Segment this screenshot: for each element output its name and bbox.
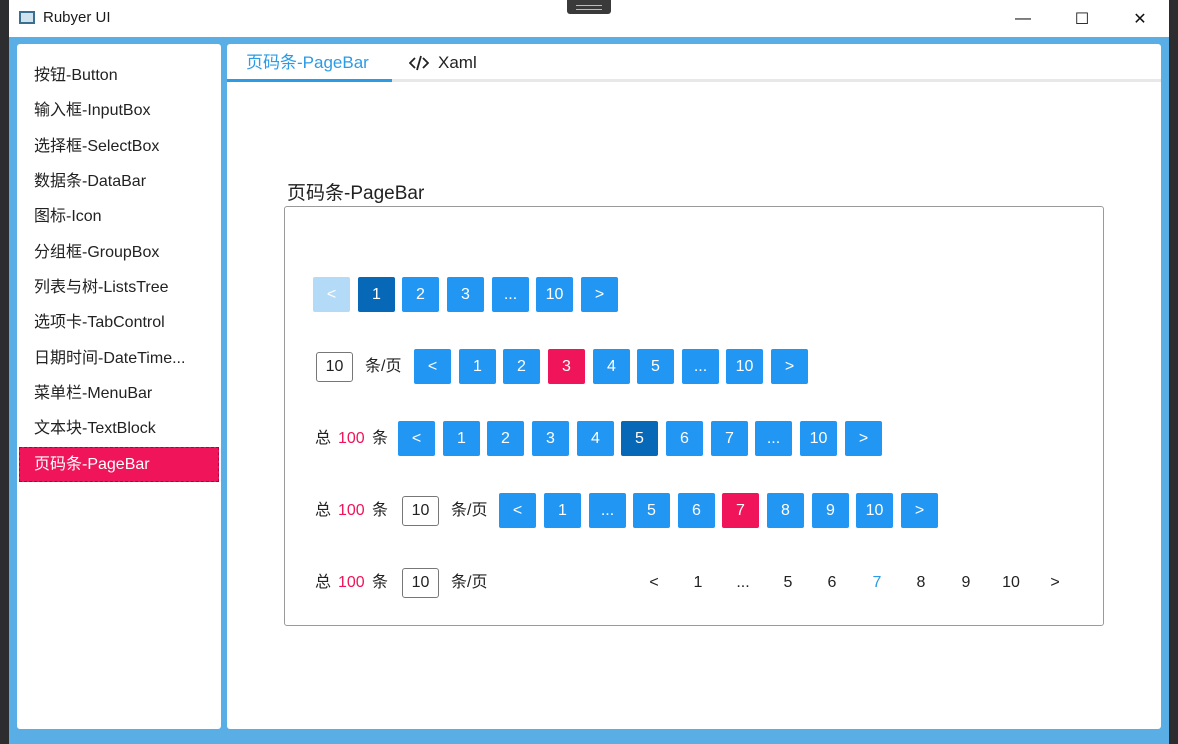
app-icon <box>19 11 35 24</box>
minimize-button[interactable]: — <box>994 0 1052 37</box>
next-page-button[interactable]: > <box>771 349 808 384</box>
main-panel: 页码条-PageBar Xaml 页码条-PageBar < 1 2 3 ...… <box>227 44 1161 729</box>
page-button[interactable]: 4 <box>593 349 630 384</box>
title-bar[interactable]: Rubyer UI — ☐ ✕ <box>9 0 1169 37</box>
page-button[interactable]: 4 <box>577 421 614 456</box>
total-count: 100 <box>338 430 365 447</box>
sidebar-item-liststree[interactable]: 列表与树-ListsTree <box>19 270 219 305</box>
maximize-button[interactable]: ☐ <box>1053 0 1111 37</box>
ellipsis-button[interactable]: ... <box>755 421 792 456</box>
page-button[interactable]: 2 <box>402 277 439 312</box>
page-button[interactable]: 10 <box>726 349 763 384</box>
section-title: 页码条-PageBar <box>287 183 425 204</box>
ellipsis-button[interactable]: ... <box>492 277 529 312</box>
next-page-button[interactable]: > <box>581 277 618 312</box>
page-size-input[interactable]: 10 <box>402 496 439 526</box>
page-button[interactable]: 7 <box>711 421 748 456</box>
page-button[interactable]: 5 <box>773 565 803 600</box>
per-page-label: 条/页 <box>451 574 488 591</box>
page-button[interactable]: 6 <box>817 565 847 600</box>
sidebar-item-selectbox[interactable]: 选择框-SelectBox <box>19 129 219 164</box>
ellipsis-button[interactable]: ... <box>589 493 626 528</box>
prev-page-button[interactable]: < <box>313 277 350 312</box>
content-area: 按钮-Button 输入框-InputBox 选择框-SelectBox 数据条… <box>9 37 1169 744</box>
next-page-button[interactable]: > <box>901 493 938 528</box>
page-size-input[interactable]: 10 <box>402 568 439 598</box>
page-button[interactable]: 5 <box>637 349 674 384</box>
ellipsis-button[interactable]: ... <box>728 565 758 600</box>
next-page-button[interactable]: > <box>1040 565 1070 600</box>
sidebar-item-textblock[interactable]: 文本块-TextBlock <box>19 411 219 446</box>
sidebar-item-tabcontrol[interactable]: 选项卡-TabControl <box>19 305 219 340</box>
page-button[interactable]: 1 <box>683 565 713 600</box>
page-size-input[interactable]: 10 <box>316 352 353 382</box>
prev-page-button[interactable]: < <box>398 421 435 456</box>
sidebar-item-menubar[interactable]: 菜单栏-MenuBar <box>19 376 219 411</box>
sidebar-item-button[interactable]: 按钮-Button <box>19 58 219 93</box>
sidebar-item-datetime[interactable]: 日期时间-DateTime... <box>19 341 219 376</box>
code-icon <box>409 55 429 71</box>
maximize-icon: ☐ <box>1074 10 1090 28</box>
page-button[interactable]: 7 <box>722 493 759 528</box>
tab-underline <box>227 79 392 82</box>
close-icon: ✕ <box>1133 10 1147 28</box>
page-button[interactable]: 8 <box>906 565 936 600</box>
page-button[interactable]: 9 <box>951 565 981 600</box>
page-button[interactable]: 2 <box>487 421 524 456</box>
page-button[interactable]: 3 <box>548 349 585 384</box>
sidebar-item-inputbox[interactable]: 输入框-InputBox <box>19 93 219 128</box>
page-button[interactable]: 9 <box>812 493 849 528</box>
page-button[interactable]: 1 <box>459 349 496 384</box>
background-right <box>1169 0 1178 744</box>
page-button[interactable]: 10 <box>996 565 1026 600</box>
total-count: 100 <box>338 574 365 591</box>
total-suffix: 条 <box>372 430 389 447</box>
page-button[interactable]: 6 <box>666 421 703 456</box>
total-count: 100 <box>338 502 365 519</box>
drag-handle[interactable] <box>567 0 611 14</box>
prev-page-button[interactable]: < <box>639 565 669 600</box>
total-prefix: 总 <box>315 574 332 591</box>
ellipsis-button[interactable]: ... <box>682 349 719 384</box>
page-button[interactable]: 10 <box>856 493 893 528</box>
page-button[interactable]: 7 <box>862 565 892 600</box>
prev-page-button[interactable]: < <box>414 349 451 384</box>
tab-strip: 页码条-PageBar Xaml <box>227 44 1161 82</box>
sidebar-item-icon[interactable]: 图标-Icon <box>19 199 219 234</box>
app-window: Rubyer UI — ☐ ✕ 按钮-Button 输入框-InputBox 选… <box>9 0 1169 744</box>
page-button[interactable]: 3 <box>447 277 484 312</box>
page-button[interactable]: 1 <box>358 277 395 312</box>
close-button[interactable]: ✕ <box>1111 0 1169 37</box>
page-button[interactable]: 1 <box>443 421 480 456</box>
page-button[interactable]: 10 <box>800 421 837 456</box>
per-page-label: 条/页 <box>451 502 488 519</box>
background-left <box>0 0 9 744</box>
per-page-label: 条/页 <box>365 358 402 375</box>
sidebar-item-databar[interactable]: 数据条-DataBar <box>19 164 219 199</box>
minimize-icon: — <box>1015 9 1031 27</box>
sidebar-item-pagebar[interactable]: 页码条-PageBar <box>19 447 219 482</box>
sidebar: 按钮-Button 输入框-InputBox 选择框-SelectBox 数据条… <box>17 44 221 729</box>
page-button[interactable]: 6 <box>678 493 715 528</box>
page-button[interactable]: 3 <box>532 421 569 456</box>
tab-xaml[interactable]: Xaml <box>438 44 477 82</box>
page-button[interactable]: 5 <box>621 421 658 456</box>
total-suffix: 条 <box>372 502 389 519</box>
window-title: Rubyer UI <box>43 9 111 26</box>
prev-page-button[interactable]: < <box>499 493 536 528</box>
page-button[interactable]: 8 <box>767 493 804 528</box>
total-suffix: 条 <box>372 574 389 591</box>
page-button[interactable]: 5 <box>633 493 670 528</box>
total-prefix: 总 <box>315 502 332 519</box>
total-prefix: 总 <box>315 430 332 447</box>
next-page-button[interactable]: > <box>845 421 882 456</box>
page-button[interactable]: 1 <box>544 493 581 528</box>
pagebar-demo-panel: < 1 2 3 ... 10 > 10 条/页 < 1 2 3 4 5 ... … <box>284 206 1104 626</box>
page-button[interactable]: 2 <box>503 349 540 384</box>
tab-pagebar[interactable]: 页码条-PageBar <box>246 44 369 82</box>
page-button[interactable]: 10 <box>536 277 573 312</box>
sidebar-item-groupbox[interactable]: 分组框-GroupBox <box>19 235 219 270</box>
